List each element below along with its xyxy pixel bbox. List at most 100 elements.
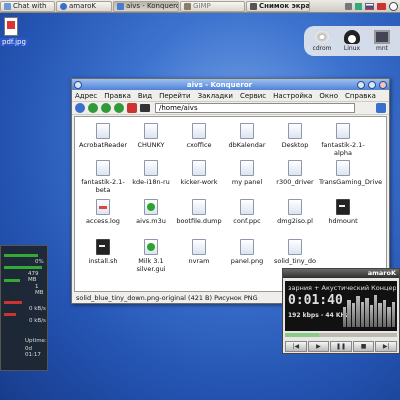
file-label: aivs.m3u bbox=[136, 217, 166, 225]
menu-address[interactable]: Адрес bbox=[75, 92, 97, 100]
network-icon[interactable] bbox=[355, 2, 362, 10]
window-title: aivs - Konqueror bbox=[186, 80, 253, 89]
file-item[interactable]: fantastik-2.1-beta bbox=[79, 160, 127, 194]
file-item[interactable]: hdmount bbox=[319, 199, 367, 225]
file-item[interactable]: Desktop bbox=[271, 123, 319, 149]
taskbar: Chat with amaroK aivs - Konqueror GIMP С… bbox=[0, 0, 400, 13]
file-item[interactable]: my panel bbox=[223, 160, 271, 186]
stop-icon[interactable]: ■ bbox=[352, 341, 375, 352]
clock-icon[interactable] bbox=[389, 1, 398, 11]
menu-view[interactable]: Вид bbox=[138, 92, 152, 100]
pdf-file-icon[interactable] bbox=[4, 17, 18, 36]
gimp-icon bbox=[184, 2, 191, 10]
device-mnt[interactable]: mnt bbox=[368, 30, 396, 52]
analyzer-visualization[interactable] bbox=[343, 293, 396, 327]
minimize-icon[interactable] bbox=[357, 80, 365, 89]
window-menu-icon[interactable] bbox=[74, 80, 82, 89]
menu-window[interactable]: Окно bbox=[319, 92, 338, 100]
player-display: зарния + Акустический Концерт 0:01:40 19… bbox=[285, 281, 397, 331]
device-linux[interactable]: Linux bbox=[338, 30, 366, 52]
file-label: AcrobatReader bbox=[79, 141, 128, 149]
folder-icon bbox=[240, 160, 254, 176]
file-label: hdmount bbox=[328, 217, 358, 225]
stop-icon[interactable] bbox=[127, 103, 137, 113]
file-label: dbKalendar bbox=[228, 141, 266, 149]
menu-help[interactable]: Справка bbox=[345, 92, 376, 100]
file-label: fantastik-2.1-beta bbox=[81, 178, 125, 194]
folder-icon bbox=[96, 160, 110, 176]
task-label: Chat with bbox=[13, 2, 47, 10]
task-chat[interactable]: Chat with bbox=[0, 0, 55, 12]
device-cdrom[interactable]: cdrom bbox=[308, 30, 336, 52]
pause-icon[interactable]: ❚❚ bbox=[330, 341, 352, 352]
file-item[interactable]: install.sh bbox=[79, 239, 127, 265]
file-label: solid_tiny_do bbox=[273, 257, 317, 265]
amarok-title[interactable]: amaroK bbox=[283, 269, 399, 278]
file-item[interactable]: dbKalendar bbox=[223, 123, 271, 149]
file-item[interactable]: AcrobatReader bbox=[79, 123, 127, 149]
swap-value: 1 MB bbox=[35, 284, 44, 296]
file-item[interactable]: CHUNKY bbox=[127, 123, 175, 149]
position-slider[interactable] bbox=[285, 333, 397, 337]
network-out-bar bbox=[4, 313, 16, 316]
file-item[interactable]: kde-i18n-ru bbox=[127, 160, 175, 186]
file-item[interactable]: fantastik-2.1-alpha bbox=[319, 123, 367, 157]
monitor-icon bbox=[374, 30, 390, 44]
amarok-player: amaroK зарния + Акустический Концерт 0:0… bbox=[282, 268, 400, 354]
play-icon[interactable]: ▶ bbox=[307, 341, 330, 352]
file-label: nvram bbox=[188, 257, 210, 265]
task-gimp[interactable]: GIMP bbox=[180, 0, 245, 12]
file-item[interactable]: conf.ppc bbox=[223, 199, 271, 225]
camera-icon bbox=[250, 2, 257, 10]
window-titlebar[interactable]: aivs - Konqueror bbox=[72, 79, 389, 90]
maximize-icon[interactable] bbox=[368, 80, 376, 89]
file-item[interactable]: dmg2iso.pl bbox=[271, 199, 319, 225]
folder-icon bbox=[240, 123, 254, 139]
close-icon[interactable] bbox=[379, 80, 387, 89]
text-file-icon bbox=[240, 199, 254, 215]
file-item[interactable]: r300_driver bbox=[271, 160, 319, 186]
flag-ru-icon[interactable] bbox=[365, 2, 374, 10]
folder-icon bbox=[336, 123, 350, 139]
file-item[interactable]: nvram bbox=[175, 239, 223, 265]
menu-settings[interactable]: Настройка bbox=[273, 92, 312, 100]
file-item[interactable]: TransGaming_Drive bbox=[319, 160, 382, 186]
time-display[interactable]: 0:01:40 bbox=[288, 293, 343, 308]
cpu-bar bbox=[4, 254, 38, 257]
text-file-icon bbox=[192, 199, 206, 215]
file-item[interactable]: Milk 3.1 silver.gui bbox=[127, 239, 175, 273]
file-item[interactable]: solid_tiny_do bbox=[271, 239, 319, 265]
menu-go[interactable]: Перейти bbox=[159, 92, 191, 100]
file-label: Desktop bbox=[281, 141, 309, 149]
reload-icon[interactable] bbox=[114, 103, 124, 113]
file-item[interactable]: bootfile.dump bbox=[175, 199, 223, 225]
cdrom-icon bbox=[314, 30, 330, 44]
folder-icon bbox=[192, 160, 206, 176]
menu-tools[interactable]: Сервис bbox=[240, 92, 266, 100]
file-item[interactable]: aivs.m3u bbox=[127, 199, 175, 225]
desktop-folder-icon bbox=[288, 123, 302, 139]
task-amarok[interactable]: amaroK bbox=[56, 0, 112, 12]
file-item[interactable]: cxoffice bbox=[175, 123, 223, 149]
menu-bookmarks[interactable]: Закладки bbox=[198, 92, 233, 100]
file-item[interactable]: access.log bbox=[79, 199, 127, 225]
toolbar: /home/aivs bbox=[72, 101, 389, 115]
folder-icon bbox=[288, 160, 302, 176]
up-icon[interactable] bbox=[101, 103, 111, 113]
task-konqueror[interactable]: aivs - Konqueror bbox=[113, 0, 179, 12]
back-icon[interactable] bbox=[75, 103, 85, 113]
file-item[interactable]: panel.png bbox=[223, 239, 271, 265]
playback-controls: |◀ ▶ ❚❚ ■ ▶| bbox=[285, 341, 397, 352]
menu-edit[interactable]: Правка bbox=[104, 92, 131, 100]
task-screenshot[interactable]: Снимок экрана bbox=[246, 0, 310, 12]
previous-icon[interactable]: |◀ bbox=[285, 341, 307, 352]
battery-icon[interactable] bbox=[377, 2, 386, 10]
file-item[interactable]: kicker-work bbox=[175, 160, 223, 186]
file-label: Milk 3.1 silver.gui bbox=[136, 257, 166, 273]
address-input[interactable]: /home/aivs bbox=[155, 103, 355, 113]
speaker-icon[interactable] bbox=[345, 2, 352, 10]
forward-icon[interactable] bbox=[88, 103, 98, 113]
image-file-icon bbox=[240, 239, 254, 255]
next-icon[interactable]: ▶| bbox=[375, 341, 397, 352]
desktop-file-label[interactable]: pdf.jpg bbox=[0, 38, 28, 46]
